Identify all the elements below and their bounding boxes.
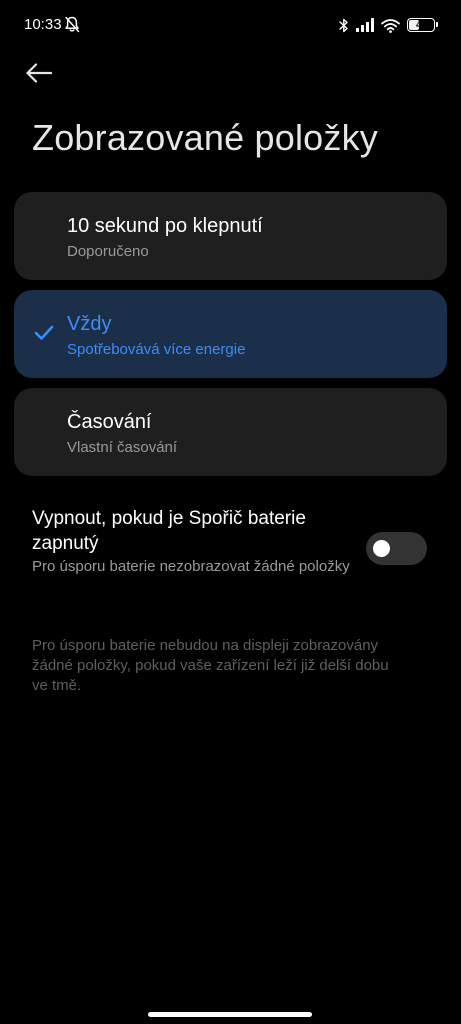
back-button[interactable] bbox=[26, 56, 66, 90]
status-bar: 10:33 46 bbox=[0, 0, 461, 48]
battery-level: 46 bbox=[415, 20, 426, 30]
battery-saver-subtitle: Pro úsporu baterie nezobrazovat žádné po… bbox=[32, 558, 350, 575]
option-10-seconds[interactable]: 10 sekund po klepnutí Doporučeno bbox=[14, 192, 447, 280]
option-title: Vždy bbox=[67, 313, 112, 335]
option-subtitle: Doporučeno bbox=[67, 243, 149, 260]
page-title: Zobrazované položky bbox=[32, 117, 378, 158]
toggle-knob bbox=[373, 540, 390, 557]
battery-icon: 46 bbox=[407, 18, 438, 32]
option-title: Časování bbox=[67, 411, 152, 433]
option-title: 10 sekund po klepnutí bbox=[67, 215, 263, 237]
check-icon bbox=[34, 325, 54, 340]
wifi-icon bbox=[381, 18, 400, 33]
battery-saver-toggle[interactable] bbox=[366, 532, 427, 565]
status-time: 10:33 bbox=[24, 16, 62, 33]
option-subtitle: Spotřebovává více energie bbox=[67, 341, 246, 358]
option-timing[interactable]: Časování Vlastní časování bbox=[14, 388, 447, 476]
option-always[interactable]: Vždy Spotřebovává více energie bbox=[14, 290, 447, 378]
battery-saver-row[interactable]: Vypnout, pokud je Spořič baterie zapnutý… bbox=[0, 500, 461, 600]
bell-off-icon bbox=[65, 16, 80, 33]
status-icons: 46 bbox=[339, 15, 438, 35]
bluetooth-icon bbox=[339, 18, 348, 32]
arrow-left-icon bbox=[26, 63, 52, 83]
signal-icon bbox=[356, 18, 374, 32]
battery-saver-title: Vypnout, pokud je Spořič baterie zapnutý bbox=[32, 508, 306, 554]
home-indicator[interactable] bbox=[148, 1012, 312, 1017]
option-subtitle: Vlastní časování bbox=[67, 439, 178, 456]
footnote-text: Pro úsporu baterie nebudou na displeji z… bbox=[32, 637, 389, 694]
